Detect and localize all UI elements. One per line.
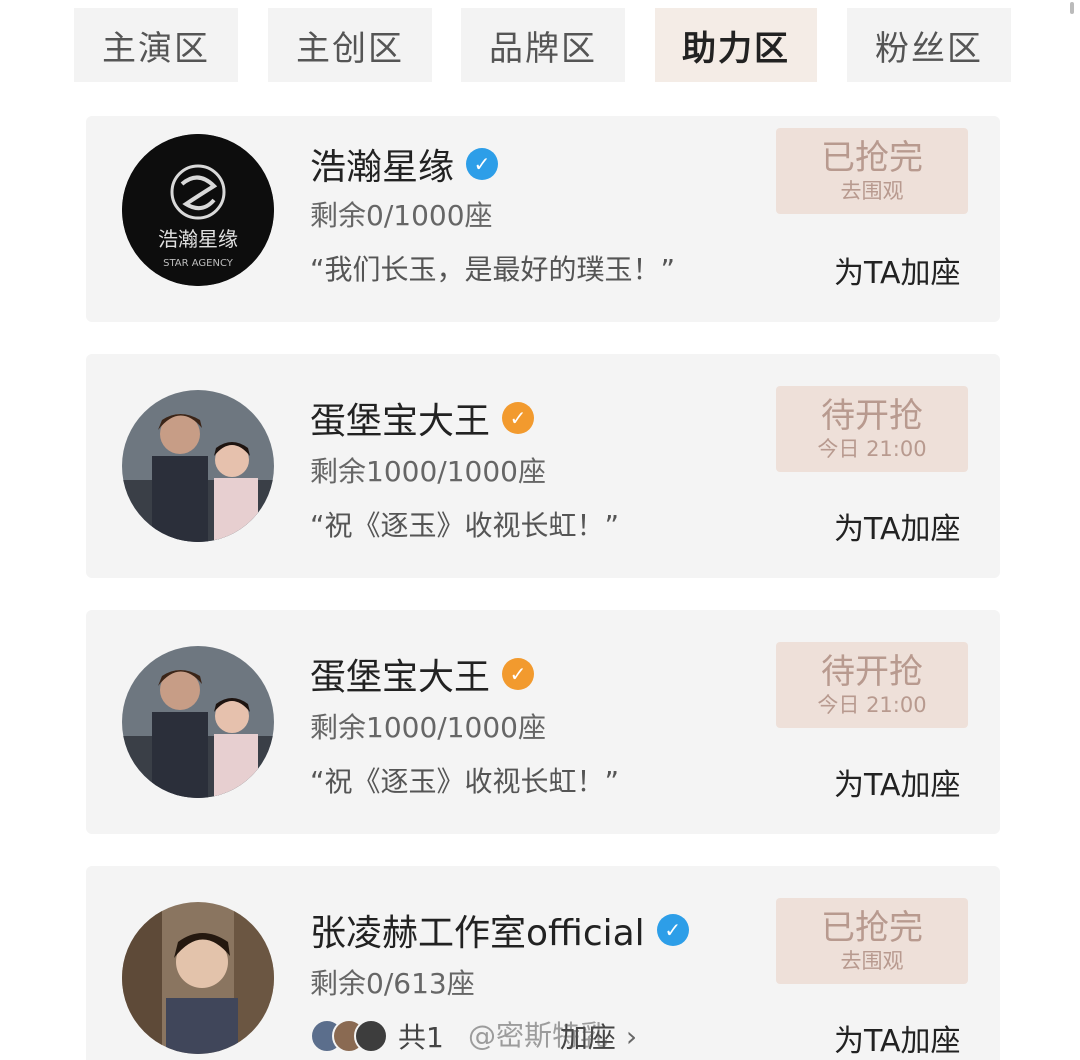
add-seat-link[interactable]: 为TA加座 (834, 1016, 961, 1060)
pending-grab-button[interactable]: 待开抢 今日 21:00 (776, 642, 968, 728)
watermark: @密斯特乳 (468, 1019, 609, 1052)
photo-avatar-icon (122, 390, 274, 542)
support-quote: “我们长玉，是最好的璞玉！” (310, 253, 676, 286)
tab-fans[interactable]: 粉丝区 (847, 8, 1011, 82)
sold-out-button[interactable]: 已抢完 去围观 (776, 898, 968, 984)
user-avatar[interactable] (122, 390, 274, 542)
add-seat-link[interactable]: 为TA加座 (834, 248, 961, 292)
account-name[interactable]: 蛋堡宝大王 (310, 392, 490, 444)
seat-count: 剩余0/1000座 (310, 199, 493, 232)
button-main-label: 待开抢 (821, 396, 923, 436)
support-card: 蛋堡宝大王 ✓ 剩余1000/1000座 “祝《逐玉》收视长虹！” 待开抢 今日… (86, 354, 1000, 578)
button-sub-label: 去围观 (840, 949, 904, 973)
seat-count: 剩余1000/1000座 (310, 711, 546, 744)
tab-support[interactable]: 助力区 (655, 8, 817, 82)
photo-avatar-icon (122, 646, 274, 798)
chevron-right-icon: › (625, 1019, 638, 1053)
account-name[interactable]: 张凌赫工作室official (310, 904, 645, 956)
star-agency-logo-icon: 浩瀚星缘 STAR AGENCY (122, 134, 274, 286)
verified-check-icon: ✓ (502, 402, 535, 434)
verified-check-icon: ✓ (502, 658, 535, 690)
account-name[interactable]: 蛋堡宝大王 (310, 648, 490, 700)
tab-lead-actors[interactable]: 主演区 (74, 8, 238, 82)
support-card: 浩瀚星缘 STAR AGENCY 浩瀚星缘 ✓ 剩余0/1000座 “我们长玉，… (86, 116, 1000, 322)
button-main-label: 待开抢 (821, 652, 923, 692)
zone-tabs: 主演区 主创区 品牌区 助力区 粉丝区 (0, 0, 1080, 90)
seat-count: 剩余0/613座 (310, 967, 475, 1000)
supporters-count: 共1 (398, 1021, 444, 1054)
photo-avatar-icon (122, 902, 274, 1054)
support-card: 蛋堡宝大王 ✓ 剩余1000/1000座 “祝《逐玉》收视长虹！” 待开抢 今日… (86, 610, 1000, 834)
tab-creators[interactable]: 主创区 (268, 8, 432, 82)
logo-subtitle: STAR AGENCY (163, 258, 234, 269)
logo-title: 浩瀚星缘 (158, 227, 238, 251)
button-sub-label: 今日 21:00 (817, 437, 927, 461)
pending-grab-button[interactable]: 待开抢 今日 21:00 (776, 386, 968, 472)
add-seat-link[interactable]: 为TA加座 (834, 504, 961, 548)
supporter-avatar (354, 1019, 388, 1053)
sold-out-button[interactable]: 已抢完 去围观 (776, 128, 968, 214)
support-quote: “祝《逐玉》收视长虹！” (310, 765, 620, 798)
verified-check-icon: ✓ (656, 914, 689, 946)
button-sub-label: 去围观 (840, 179, 904, 203)
button-main-label: 已抢完 (821, 138, 923, 178)
verified-check-icon: ✓ (466, 148, 499, 180)
agency-logo-avatar[interactable]: 浩瀚星缘 STAR AGENCY (122, 134, 274, 286)
support-quote: “祝《逐玉》收视长虹！” (310, 509, 620, 542)
user-avatar[interactable] (122, 902, 274, 1054)
account-name[interactable]: 浩瀚星缘 (310, 138, 454, 190)
button-sub-label: 今日 21:00 (817, 693, 927, 717)
button-main-label: 已抢完 (821, 908, 923, 948)
add-seat-link[interactable]: 为TA加座 (834, 760, 961, 804)
scroll-indicator (1070, 2, 1074, 14)
tab-brands[interactable]: 品牌区 (461, 8, 625, 82)
user-avatar[interactable] (122, 646, 274, 798)
seat-count: 剩余1000/1000座 (310, 455, 546, 488)
